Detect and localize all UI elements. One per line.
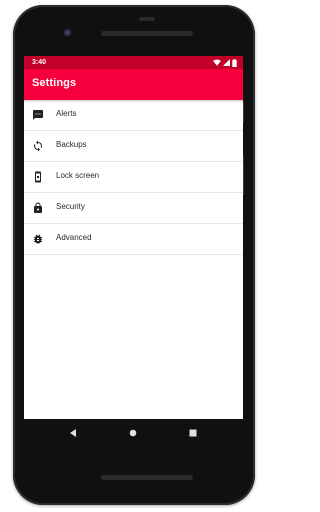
settings-item-label: Security	[56, 202, 85, 211]
status-bar: 3:40	[24, 56, 243, 69]
screen: 3:40 Settings Alerts Backups Lock screen…	[24, 56, 243, 419]
back-icon[interactable]	[66, 426, 80, 440]
app-bar: Settings	[24, 69, 243, 100]
cell-signal-icon	[223, 59, 230, 66]
padlock-icon	[34, 202, 42, 213]
recents-icon[interactable]	[186, 426, 200, 440]
settings-item-backups[interactable]: Backups	[24, 131, 243, 162]
phone-lock-icon	[35, 171, 41, 183]
navigation-bar	[24, 419, 243, 447]
proximity-sensor	[139, 17, 155, 21]
message-icon	[33, 110, 43, 120]
settings-item-label: Lock screen	[56, 171, 100, 180]
earpiece-speaker	[101, 31, 193, 36]
settings-item-advanced[interactable]: Advanced	[24, 224, 243, 255]
settings-item-label: Alerts	[56, 109, 77, 118]
settings-item-label: Advanced	[56, 233, 92, 242]
wifi-icon	[213, 59, 221, 66]
settings-list: Alerts Backups Lock screen Security Adva…	[24, 100, 243, 255]
home-icon[interactable]	[126, 426, 140, 440]
settings-item-lock-screen[interactable]: Lock screen	[24, 162, 243, 193]
bug-icon	[34, 234, 42, 244]
front-camera-icon	[64, 29, 71, 36]
device-frame: 3:40 Settings Alerts Backups Lock screen…	[0, 0, 269, 512]
bottom-speaker	[101, 475, 193, 480]
settings-item-security[interactable]: Security	[24, 193, 243, 224]
status-icons	[213, 56, 237, 69]
page-title: Settings	[32, 77, 77, 89]
status-time: 3:40	[32, 59, 47, 66]
settings-item-label: Backups	[56, 140, 87, 149]
settings-item-alerts[interactable]: Alerts	[24, 100, 243, 131]
battery-icon	[232, 58, 237, 67]
sync-icon	[34, 140, 42, 152]
